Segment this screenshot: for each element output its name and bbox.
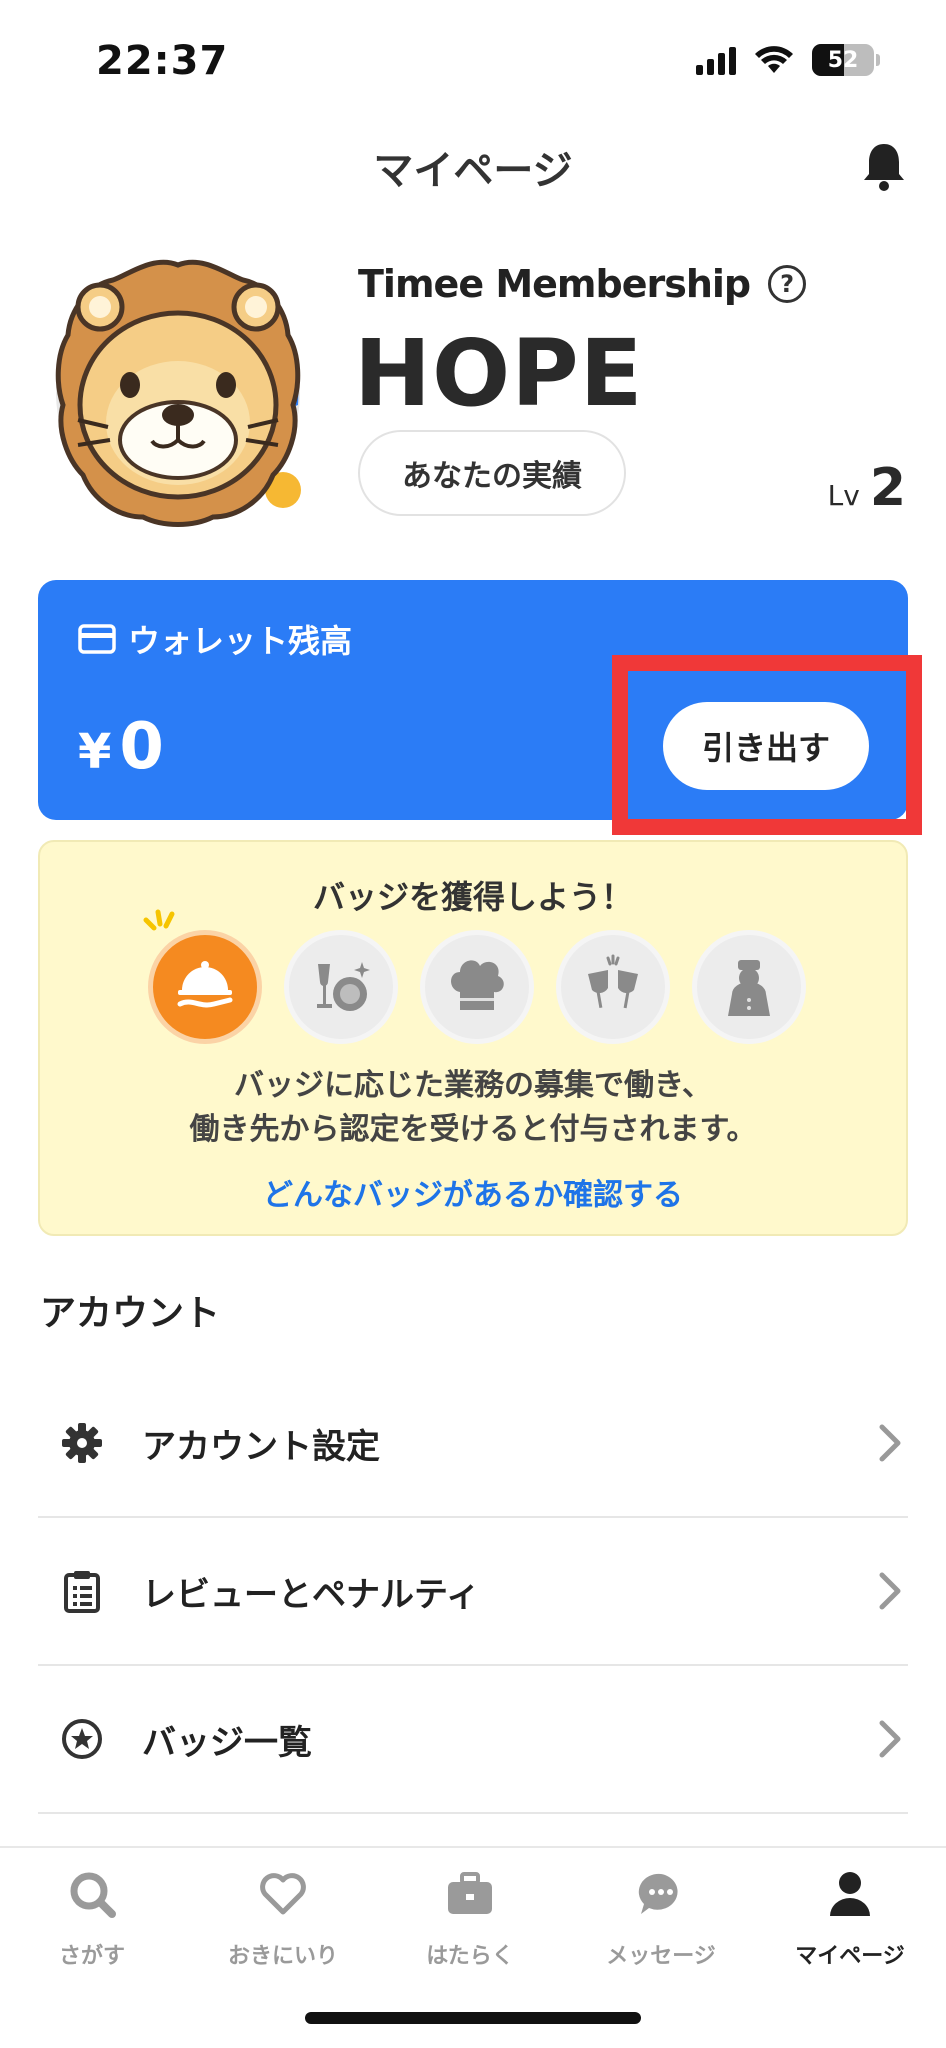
status-bar: 22:37 52: [0, 0, 946, 120]
tab-favorites-label: おきにいり: [227, 1944, 338, 1969]
membership-label: Timee Membership: [358, 262, 751, 306]
review-penalty-label: レビューとペナルティ: [142, 1574, 480, 1615]
badge-list-item[interactable]: バッジ一覧: [38, 1666, 908, 1814]
status-icons: 52: [696, 44, 880, 76]
highlight-box: [612, 655, 922, 835]
badge-description-line-2: 働き先から認定を受けると付与されます。: [189, 1112, 757, 1147]
card-icon: [78, 624, 116, 654]
membership-rank: HOPE: [354, 320, 644, 427]
wallet-balance: ¥ 0: [78, 710, 164, 784]
level-label: Lv: [827, 479, 860, 512]
wallet-amount: 0: [119, 710, 164, 784]
battery-icon: 52: [812, 44, 874, 76]
badge-list-label: バッジ一覧: [142, 1722, 312, 1763]
badge-info-link[interactable]: どんなバッジがあるか確認する: [40, 1170, 906, 1214]
account-settings-item[interactable]: アカウント設定: [38, 1370, 908, 1518]
status-time: 22:37: [96, 38, 229, 84]
notification-bell-icon[interactable]: [860, 140, 908, 192]
tab-search[interactable]: さがす: [2, 1868, 182, 1970]
tab-work-label: はたらく: [426, 1944, 514, 1969]
bellhop-icon[interactable]: [692, 930, 806, 1044]
level-value: 2: [869, 458, 906, 518]
chevron-right-icon: [879, 1720, 901, 1758]
person-icon: [830, 1872, 870, 1916]
badge-description: バッジに応じた業務の募集で働き、 働き先から認定を受けると付与されます。: [40, 1064, 906, 1152]
wine-and-plate-icon[interactable]: [284, 930, 398, 1044]
tab-messages[interactable]: メッセージ: [571, 1868, 751, 1970]
wallet-header: ウォレット残高: [78, 616, 352, 662]
tab-search-label: さがす: [58, 1944, 125, 1969]
account-section-title: アカウント: [40, 1293, 221, 1334]
wallet-label: ウォレット残高: [128, 622, 353, 660]
chevron-right-icon: [879, 1572, 901, 1610]
battery-percent: 52: [827, 47, 859, 73]
search-icon: [70, 1872, 116, 1918]
battery-tip: [876, 54, 880, 66]
chef-hat-icon[interactable]: [420, 930, 534, 1044]
badge-description-line-1: バッジに応じた業務の募集で働き、: [234, 1068, 712, 1103]
gear-icon: [56, 1417, 108, 1469]
header: マイページ: [0, 130, 946, 200]
clipboard-icon: [56, 1565, 108, 1617]
page-title: マイページ: [373, 148, 573, 194]
currency-symbol: ¥: [78, 724, 112, 780]
chevron-right-icon: [879, 1424, 901, 1462]
achievements-button[interactable]: あなたの実績: [358, 430, 626, 516]
account-settings-label: アカウント設定: [142, 1426, 380, 1467]
review-penalty-item[interactable]: レビューとペナルティ: [38, 1518, 908, 1666]
level-indicator: Lv 2: [828, 458, 906, 518]
serving-cloche-icon[interactable]: [148, 930, 262, 1044]
tab-mypage[interactable]: マイページ: [760, 1868, 940, 1970]
lion-avatar[interactable]: [38, 255, 330, 530]
star-circle-icon: [56, 1713, 108, 1765]
briefcase-icon: [448, 1872, 492, 1914]
chat-bubble-icon: [638, 1873, 678, 1914]
badge-panel: バッジを獲得しよう！ バッジに応じた業務の募集で働き、 働き先から認定を受けると…: [38, 840, 908, 1236]
home-indicator: [305, 2012, 641, 2024]
tab-work[interactable]: はたらく: [380, 1868, 560, 1970]
tab-messages-label: メッセージ: [606, 1944, 716, 1969]
heart-icon: [260, 1873, 306, 1915]
help-icon[interactable]: ?: [768, 265, 807, 303]
membership-header: Timee Membership ?: [358, 262, 807, 306]
tab-favorites[interactable]: おきにいり: [193, 1868, 373, 1970]
cellular-signal-icon: [696, 45, 736, 75]
badge-row: [148, 930, 806, 1044]
toast-glasses-icon[interactable]: [556, 930, 670, 1044]
tab-mypage-label: マイページ: [795, 1944, 905, 1969]
wifi-icon: [755, 46, 793, 73]
account-list: アカウント設定 レビューとペナルティ バッジ一覧: [38, 1370, 908, 1814]
